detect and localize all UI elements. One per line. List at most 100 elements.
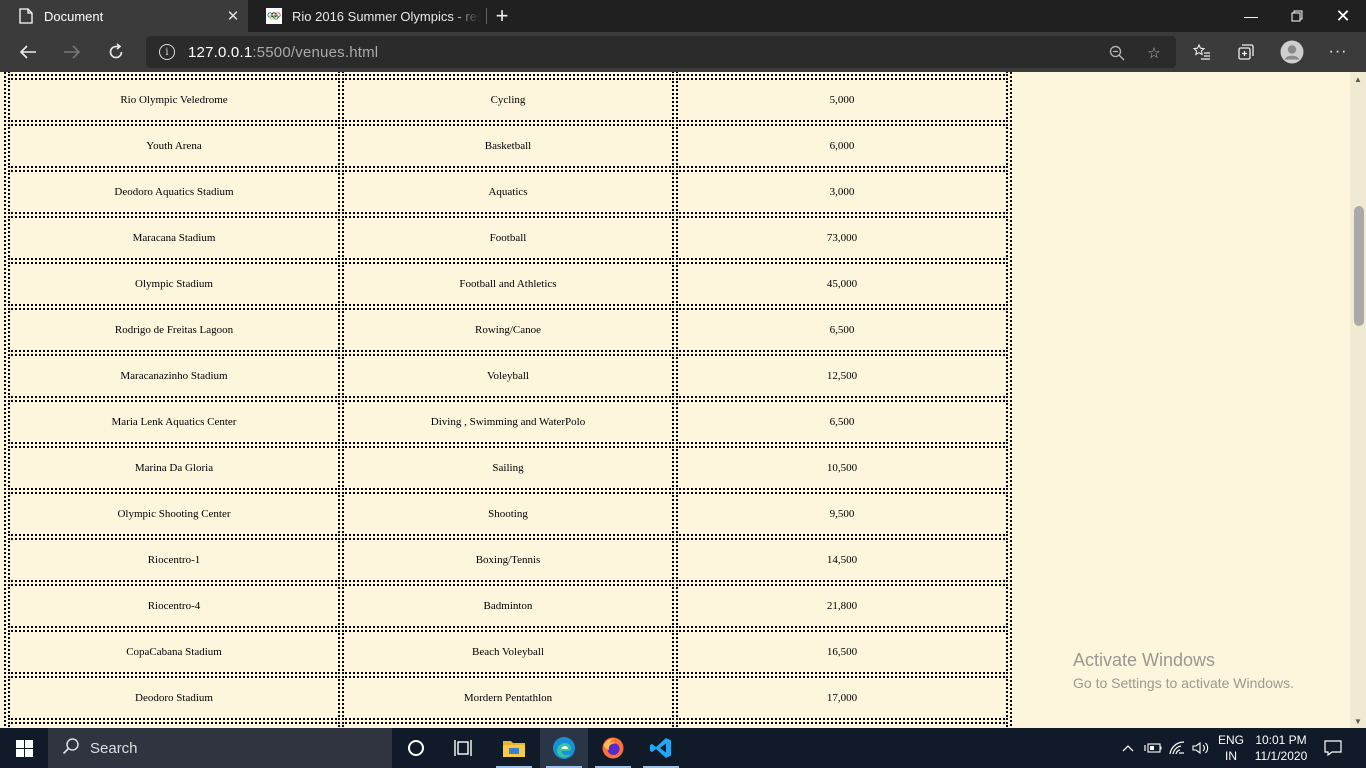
vertical-scrollbar[interactable]: ▲ ▼ bbox=[1350, 72, 1366, 728]
venue-sport-cell bbox=[342, 72, 674, 76]
venue-capacity-cell: 17,000 bbox=[676, 676, 1008, 720]
document-icon bbox=[18, 8, 34, 24]
table-row: Maria Lenk Aquatics Center Diving , Swimm… bbox=[8, 400, 1008, 444]
zoom-icon[interactable] bbox=[1108, 44, 1126, 62]
venue-name-cell: Deodoro Stadium bbox=[8, 676, 340, 720]
clock-date: 11/1/2020 bbox=[1254, 749, 1308, 763]
venue-name-cell: Riocentro-1 bbox=[8, 538, 340, 582]
search-label: Search bbox=[90, 739, 138, 757]
scrollbar-thumb[interactable] bbox=[1354, 206, 1364, 326]
table-row: Maracana Stadium Football 73,000 bbox=[8, 216, 1008, 260]
vscode-icon[interactable] bbox=[637, 728, 685, 768]
venue-name-cell: Youth Arena bbox=[8, 124, 340, 168]
table-row: Olympic Shooting Center Shooting 9,500 bbox=[8, 492, 1008, 536]
venue-name-cell: Maracana Stadium bbox=[8, 216, 340, 260]
venue-sport-cell: Shooting bbox=[342, 492, 674, 536]
table-row bbox=[8, 72, 1008, 76]
venue-sport-cell: Sailing bbox=[342, 446, 674, 490]
close-window-icon[interactable]: ✕ bbox=[1320, 0, 1366, 32]
olympic-rings-icon bbox=[266, 8, 282, 24]
battery-icon[interactable] bbox=[1142, 728, 1164, 768]
tab-document[interactable]: Document ✕ bbox=[0, 0, 248, 32]
venue-name-cell: Olympic Shooting Center bbox=[8, 492, 340, 536]
collections-icon[interactable] bbox=[1226, 32, 1266, 72]
venue-sport-cell: Boxing/Tennis bbox=[342, 538, 674, 582]
restore-icon[interactable] bbox=[1274, 0, 1320, 32]
refresh-icon[interactable] bbox=[96, 32, 136, 72]
table-row: Rio Olympic Veledrome Cycling 5,000 bbox=[8, 78, 1008, 122]
table-row: Olympic Stadium Football and Athletics 45,… bbox=[8, 262, 1008, 306]
file-explorer-icon[interactable] bbox=[490, 728, 538, 768]
venue-sport-cell: Rowing/Canoe bbox=[342, 308, 674, 352]
favorite-star-icon[interactable]: ☆ bbox=[1145, 44, 1163, 62]
firefox-icon[interactable] bbox=[589, 728, 637, 768]
table-row: Deodoro Aquatics Stadium Aquatics 3,000 bbox=[8, 170, 1008, 214]
notifications-icon[interactable] bbox=[1316, 728, 1350, 768]
scroll-up-icon[interactable]: ▲ bbox=[1353, 74, 1363, 84]
table-row: Riocentro-1 Boxing/Tennis 14,500 bbox=[8, 538, 1008, 582]
venue-sport-cell: Football bbox=[342, 216, 674, 260]
venue-name-cell: CopaCabana Stadium bbox=[8, 630, 340, 674]
wifi-icon[interactable] bbox=[1166, 728, 1188, 768]
edge-icon[interactable] bbox=[540, 728, 588, 768]
venue-sport-cell: Beach Voleyball bbox=[342, 630, 674, 674]
table-row: Marina Da Gloria Sailing 10,500 bbox=[8, 446, 1008, 490]
task-view-icon[interactable] bbox=[440, 728, 488, 768]
venue-name-cell: Deodoro Aquatics Stadium bbox=[8, 170, 340, 214]
venue-name-cell: Maracanazinho Stadium bbox=[8, 354, 340, 398]
minimize-icon[interactable]: — bbox=[1228, 0, 1274, 32]
tab-title: Rio 2016 Summer Olympics - results bbox=[292, 8, 480, 24]
venue-capacity-cell: 3,000 bbox=[676, 170, 1008, 214]
venue-name-cell bbox=[8, 72, 340, 76]
venue-capacity-cell: 10,500 bbox=[676, 446, 1008, 490]
show-hidden-icons-icon[interactable] bbox=[1118, 728, 1138, 768]
watermark-title: Activate Windows bbox=[1073, 650, 1216, 670]
volume-icon[interactable] bbox=[1190, 728, 1212, 768]
venue-capacity-cell: 12,500 bbox=[676, 354, 1008, 398]
tab-divider bbox=[486, 8, 487, 24]
url-text: 127.0.0.1:5500/venues.html bbox=[188, 43, 379, 61]
tab-title: Document bbox=[44, 8, 104, 24]
venue-capacity-cell: 6,500 bbox=[676, 400, 1008, 444]
new-tab-icon[interactable]: + bbox=[488, 0, 516, 32]
cortana-icon[interactable] bbox=[392, 728, 440, 768]
venue-capacity-cell: 6,000 bbox=[676, 124, 1008, 168]
scroll-down-icon[interactable]: ▼ bbox=[1353, 716, 1363, 726]
venue-capacity-cell: 21,800 bbox=[676, 584, 1008, 628]
forward-icon[interactable] bbox=[52, 32, 92, 72]
table-row: Maracanazinho Stadium Voleyball 12,500 bbox=[8, 354, 1008, 398]
venue-name-cell: Rio Olympic Veledrome bbox=[8, 78, 340, 122]
venue-name-cell: Olympic Stadium bbox=[8, 262, 340, 306]
tab-strip: Document ✕ Rio 2016 Summer Olympics - re… bbox=[0, 0, 1366, 32]
activate-windows-watermark: Activate Windows Go to Settings to activ… bbox=[1073, 650, 1294, 691]
venue-sport-cell: Cycling bbox=[342, 78, 674, 122]
venue-capacity-cell: 14,500 bbox=[676, 538, 1008, 582]
watermark-subtitle: Go to Settings to activate Windows. bbox=[1073, 675, 1294, 691]
venue-capacity-cell: 6,500 bbox=[676, 308, 1008, 352]
windows-start-icon[interactable] bbox=[0, 728, 48, 768]
venue-name-cell: Riocentro-4 bbox=[8, 584, 340, 628]
venue-name-cell: Rodrigo de Freitas Lagoon bbox=[8, 308, 340, 352]
page-viewport: Rio Olympic Veledrome Cycling 5,000 Youth A… bbox=[0, 72, 1366, 728]
favorites-list-icon[interactable] bbox=[1182, 32, 1222, 72]
address-bar[interactable]: i 127.0.0.1:5500/venues.html ☆ bbox=[146, 36, 1176, 68]
info-icon[interactable]: i bbox=[159, 44, 175, 60]
clock[interactable]: 10:01 PM 11/1/2020 bbox=[1250, 732, 1312, 764]
table-row: CopaCabana Stadium Beach Voleyball 16,500 bbox=[8, 630, 1008, 674]
tab-rio-olympics[interactable]: Rio 2016 Summer Olympics - results bbox=[248, 0, 480, 32]
back-icon[interactable] bbox=[8, 32, 48, 72]
table-row: Riocentro-4 Badminton 21,800 bbox=[8, 584, 1008, 628]
taskbar-search-box[interactable]: Search bbox=[48, 728, 392, 768]
venue-sport-cell: Voleyball bbox=[342, 354, 674, 398]
venue-sport-cell: Football and Athletics bbox=[342, 262, 674, 306]
venue-name-cell: Maria Lenk Aquatics Center bbox=[8, 400, 340, 444]
more-icon[interactable]: ··· bbox=[1318, 32, 1358, 72]
venue-capacity-cell: 5,000 bbox=[676, 78, 1008, 122]
venue-capacity-cell: 45,000 bbox=[676, 262, 1008, 306]
search-icon bbox=[62, 737, 80, 759]
close-tab-icon[interactable]: ✕ bbox=[218, 0, 248, 32]
clock-time: 10:01 PM bbox=[1255, 733, 1307, 747]
language-indicator[interactable]: ENG IN bbox=[1214, 732, 1248, 764]
table-row: Rodrigo de Freitas Lagoon Rowing/Canoe 6,5… bbox=[8, 308, 1008, 352]
profile-icon[interactable] bbox=[1272, 32, 1312, 72]
